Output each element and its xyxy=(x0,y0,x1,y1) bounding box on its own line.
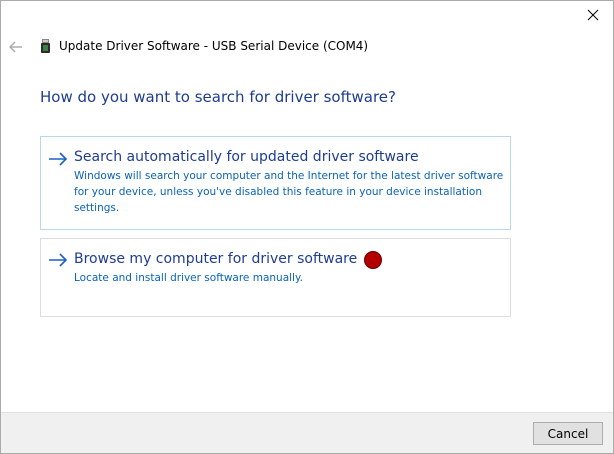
update-driver-dialog: Update Driver Software - USB Serial Devi… xyxy=(0,0,614,454)
browse-computer-option[interactable]: Browse my computer for driver software L… xyxy=(40,238,511,317)
wizard-header: Update Driver Software - USB Serial Devi… xyxy=(1,31,613,61)
right-arrow-icon xyxy=(49,152,68,166)
dialog-footer: Cancel xyxy=(1,412,613,453)
cancel-button[interactable]: Cancel xyxy=(533,422,603,445)
option-description: Locate and install driver software manua… xyxy=(74,272,304,284)
option-title: Search automatically for updated driver … xyxy=(74,149,419,165)
option-description: Windows will search your computer and th… xyxy=(74,170,504,214)
search-automatically-option[interactable]: Search automatically for updated driver … xyxy=(40,136,511,230)
page-heading: How do you want to search for driver sof… xyxy=(40,88,396,106)
close-button[interactable] xyxy=(579,3,607,27)
option-title: Browse my computer for driver software xyxy=(74,251,358,267)
usb-device-icon xyxy=(41,39,50,53)
close-icon xyxy=(587,9,599,21)
cursor-marker xyxy=(364,251,382,269)
dialog-title: Update Driver Software - USB Serial Devi… xyxy=(59,39,369,53)
right-arrow-icon xyxy=(49,253,68,267)
back-arrow-icon[interactable] xyxy=(8,39,24,55)
